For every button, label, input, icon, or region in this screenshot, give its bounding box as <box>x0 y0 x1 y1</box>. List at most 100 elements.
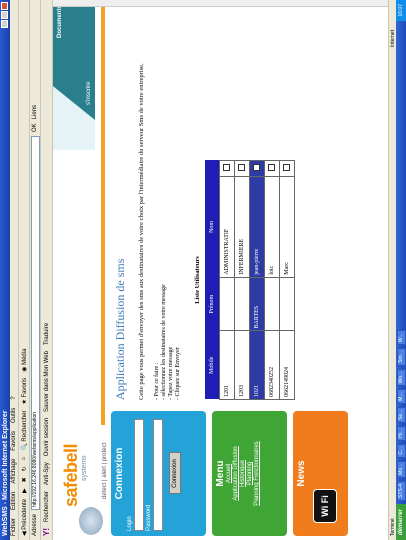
password-label: Password <box>146 504 152 531</box>
menu-help[interactable]: ? <box>11 396 17 399</box>
taskbar-item[interactable]: STS-4 <box>396 480 406 501</box>
row-checkbox[interactable] <box>237 164 245 172</box>
yahoo-logo[interactable]: Y! <box>42 528 51 536</box>
window-titlebar: WebSMS - Microsoft Internet Explorer <box>0 0 10 540</box>
main-content: Application Diffusion de sms Cette page … <box>113 15 295 400</box>
back-label: Précédente <box>21 499 28 530</box>
table-row[interactable]: 0662149024 Marc <box>279 160 295 400</box>
menu-link-accueil[interactable]: Accueil <box>226 416 233 531</box>
cell-mobile: 1203 <box>234 331 250 400</box>
translate-button[interactable]: Traduire <box>44 323 50 345</box>
window-title: WebSMS - Microsoft Internet Explorer <box>1 410 9 537</box>
taskbar: démarrer STS-4 Mo... C... Hi... Se... M.… <box>396 0 406 540</box>
logo-subtext: systems <box>81 455 88 481</box>
search-button[interactable]: 🔍 Rechercher <box>21 411 28 451</box>
connexion-button[interactable]: Connexion <box>169 452 181 495</box>
back-button[interactable]: ◀ Précédente <box>21 499 28 536</box>
col-nom: Nom <box>205 176 220 278</box>
cell-select <box>219 160 235 177</box>
close-button[interactable] <box>1 2 8 10</box>
address-input[interactable]: http://192.16.246:8080/websms/applicatio… <box>30 135 40 510</box>
open-session-button[interactable]: Ouvrir session <box>44 418 50 456</box>
password-input[interactable] <box>153 419 163 531</box>
taskbar-item[interactable]: Sm... <box>396 348 406 366</box>
address-label: Adresse <box>32 513 38 536</box>
menu-title: Menu <box>215 460 226 487</box>
yahoo-toolbar: Y! Rechercher Anti-Spy Ouvrir session Sa… <box>41 0 53 540</box>
steps-list: - Pour ce faire : - sélectionnez les des… <box>154 15 182 400</box>
refresh-icon[interactable]: ↻ <box>21 466 28 471</box>
search-label: Rechercher <box>21 410 28 442</box>
links-label[interactable]: Liens <box>32 105 38 119</box>
favorites-button[interactable]: ★ Favoris <box>21 378 28 405</box>
media-button[interactable]: ◉ Média <box>21 349 28 372</box>
home-icon[interactable]: ⌂ <box>21 457 27 461</box>
vertical-scrollbar[interactable] <box>53 0 388 7</box>
table-row[interactable]: 0682340252 loic <box>264 160 280 400</box>
table-row[interactable]: 1201 ADMINISTRATIF <box>219 160 235 400</box>
cell-mobile: 0662149024 <box>279 331 295 400</box>
menu-fichier[interactable]: Fichier <box>11 518 17 536</box>
taskbar-item[interactable]: M... <box>396 389 406 404</box>
forward-button[interactable]: ▶ <box>21 488 28 493</box>
menu-link-historique[interactable]: Historique <box>240 416 247 531</box>
login-box: Connexion Login Password Connexion <box>111 411 206 536</box>
cell-nom: INFERMIERE <box>234 176 250 278</box>
wifi-badge-icon: Wi Fi <box>313 489 337 523</box>
header-banner: s'inscrire Documents <box>53 5 95 150</box>
row-checkbox[interactable] <box>252 164 260 172</box>
menu-bar: Fichier Edition Affichage Favoris Outils… <box>10 0 19 540</box>
logo-tagline: detect | alert | protect <box>102 442 108 499</box>
cell-prenom <box>234 277 250 331</box>
menu-edition[interactable]: Edition <box>11 492 17 510</box>
stop-icon[interactable]: ✖ <box>21 477 28 482</box>
taskbar-item[interactable]: C... <box>396 443 406 458</box>
logo-text: safebell <box>61 443 81 507</box>
site-logo[interactable]: safebell systems detect | alert | protec… <box>55 427 110 537</box>
cell-nom: ADMINISTRATIF <box>219 176 235 278</box>
anti-spy-button[interactable]: Anti-Spy <box>44 462 50 485</box>
steps-header: - Pour ce faire : <box>154 362 160 400</box>
media-label: Média <box>21 348 28 365</box>
taskbar-item[interactable]: Se... <box>396 406 406 424</box>
cell-select <box>279 160 295 177</box>
maximize-button[interactable] <box>1 11 8 19</box>
sidebar: Connexion Login Password Connexion Menu … <box>111 411 354 536</box>
menu-link-planning[interactable]: Planning <box>247 416 254 531</box>
menu-favoris[interactable]: Favoris <box>11 431 17 451</box>
page-title: Application Diffusion de sms <box>113 258 127 400</box>
cell-prenom <box>279 277 295 331</box>
taskbar-item[interactable]: Mo... <box>396 460 406 478</box>
cell-select <box>264 160 280 177</box>
web-page: safebell systems detect | alert | protec… <box>53 5 388 540</box>
taskbar-item[interactable]: Hi... <box>396 426 406 441</box>
start-button[interactable]: démarrer <box>396 503 406 540</box>
documents-link[interactable]: Documents <box>57 5 63 38</box>
login-input[interactable] <box>134 419 144 531</box>
menu-affichage[interactable]: Affichage <box>11 459 17 484</box>
menu-outils[interactable]: Outils <box>11 408 17 423</box>
yahoo-search-button[interactable]: Rechercher <box>44 491 50 522</box>
taskbar-item[interactable]: Wo... <box>396 368 406 387</box>
news-title: News <box>296 460 307 487</box>
table-row[interactable]: 1021 BARTES jean-pierre <box>249 160 265 400</box>
step-3: - Cliquez sur Envoyer <box>175 347 181 400</box>
taskbar-item[interactable]: W... <box>396 330 406 346</box>
menu-link-application[interactable]: Application Diffusion <box>233 416 240 531</box>
cell-nom: Marc <box>279 176 295 278</box>
table-row[interactable]: 1203 INFERMIERE <box>234 160 250 400</box>
go-button[interactable]: OK <box>32 123 38 132</box>
inscrire-link[interactable]: s'inscrire <box>86 82 92 105</box>
system-tray-clock: 16:07 <box>396 0 406 21</box>
users-table-title: Liste Utilisateurs <box>194 256 201 304</box>
row-checkbox[interactable] <box>222 164 230 172</box>
cell-select <box>249 160 265 177</box>
row-checkbox[interactable] <box>282 164 290 172</box>
menu-link-planning-fonctionnaires[interactable]: Planning Fonctionnaires <box>254 416 261 531</box>
row-checkbox[interactable] <box>267 164 275 172</box>
news-box: News Wi Fi <box>293 411 348 536</box>
save-web-button[interactable]: Sauver dans Mon Web <box>44 351 50 412</box>
col-mobile: Mobile <box>205 331 220 400</box>
minimize-button[interactable] <box>1 20 8 28</box>
col-prenom: Prénom <box>205 277 220 331</box>
